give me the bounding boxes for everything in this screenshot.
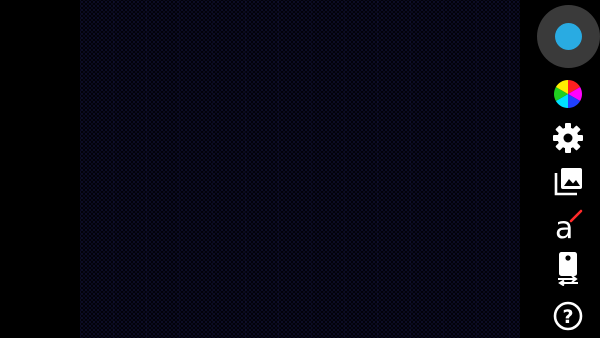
settings-button[interactable]	[550, 120, 586, 156]
switch-camera-button[interactable]	[550, 250, 586, 286]
help-icon: ?	[553, 301, 583, 331]
font-style-icon: a	[555, 209, 583, 243]
shutter-dot	[555, 23, 582, 50]
gallery-button[interactable]	[550, 164, 586, 200]
font-glyph: a	[555, 211, 573, 243]
photo-library-icon	[554, 168, 582, 196]
viewfinder-noise	[80, 0, 520, 338]
camera-app-screen: a ?	[0, 0, 600, 338]
switch-camera-icon	[558, 252, 578, 286]
color-wheel-icon	[554, 80, 582, 108]
color-filter-button[interactable]	[550, 76, 586, 112]
help-button[interactable]: ?	[550, 298, 586, 334]
gear-icon	[553, 123, 583, 153]
help-glyph: ?	[562, 306, 573, 328]
camera-viewfinder[interactable]	[80, 0, 520, 338]
shutter-button[interactable]	[537, 5, 600, 68]
font-style-button[interactable]: a	[550, 207, 586, 243]
left-letterbox	[0, 0, 80, 338]
